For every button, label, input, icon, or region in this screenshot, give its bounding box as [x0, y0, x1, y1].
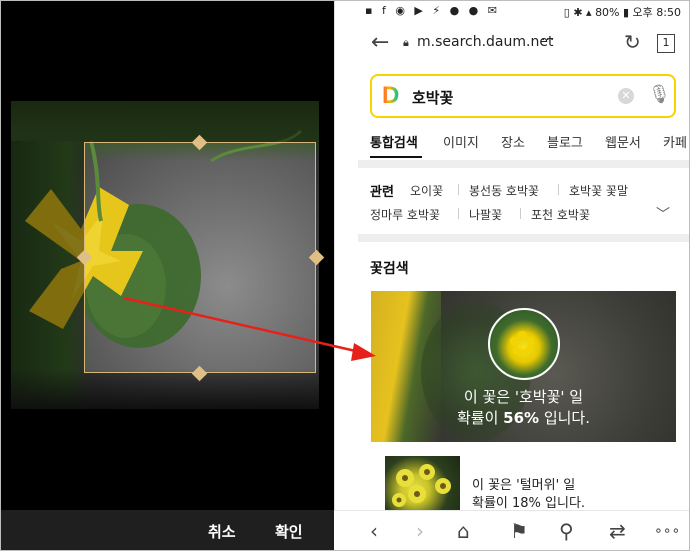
active-tab-indicator: [370, 156, 422, 158]
tab-web-docs[interactable]: 웹문서: [605, 132, 641, 151]
related-label: 관련: [370, 185, 394, 200]
back-arrow-icon[interactable]: ←: [371, 30, 389, 55]
status-system-info: ▯ ✱ ▴ 80% ▮ 오후 8:50: [563, 6, 681, 19]
flower-search-title: 꽃검색: [370, 261, 409, 277]
daisy-illustration: [392, 464, 451, 507]
section-divider: [358, 160, 690, 168]
tab-cafe[interactable]: 카페: [663, 132, 687, 151]
tabs-counter-button[interactable]: 1: [657, 34, 675, 53]
tab-blog[interactable]: 블로그: [547, 132, 583, 151]
top-flower-result[interactable]: ✿ 이 꽃은 '호박꽃' 일 확률이 56% 입니다.: [371, 291, 676, 442]
crop-frame[interactable]: [84, 142, 316, 373]
status-notification-icons: ▪ f ◉ ▶ ⚡ ● ● ✉: [365, 4, 500, 17]
flower-glyph: ✿: [508, 324, 537, 364]
related-searches: 관련 오이꽃 봉선동 호박꽃 호박꽃 꽃말 정마루 호박꽃 나팔꽃 포천 호박꽃…: [370, 178, 680, 232]
search-box[interactable]: D 호박꽃 ✕ 🎙︎: [370, 74, 676, 118]
matched-flower-thumbnail: ✿: [488, 308, 560, 380]
result-line-2: 확률이 56% 입니다.: [371, 407, 676, 428]
more-icon[interactable]: ∘∘∘: [654, 523, 680, 539]
nav-forward-icon[interactable]: ›: [416, 519, 424, 543]
second-flower-result[interactable]: 이 꽃은 '털머위' 일 확률이 18% 입니다.: [385, 456, 675, 512]
second-result-line-1: 이 꽃은 '털머위' 일: [472, 478, 576, 493]
daum-logo: D: [382, 83, 404, 108]
browser-bottom-nav: ‹ › ⌂ ⚑ ⚲ ⇄ ∘∘∘: [334, 510, 690, 551]
crop-dim-top: [11, 101, 319, 142]
related-item[interactable]: 포천 호박꽃: [531, 206, 590, 223]
crop-action-bar: 취소 확인: [0, 510, 334, 551]
related-separator: [520, 208, 521, 219]
result-line-1: 이 꽃은 '호박꽃' 일: [463, 388, 584, 406]
crop-editor: 취소 확인: [0, 0, 334, 551]
related-item[interactable]: 나팔꽃: [469, 206, 502, 223]
status-bar: ▪ f ◉ ▶ ⚡ ● ● ✉ ▯ ✱ ▴ 80% ▮ 오후 8:50: [335, 0, 689, 24]
result-line-2-suffix: 입니다.: [539, 409, 590, 427]
related-item[interactable]: 정마루 호박꽃: [370, 206, 440, 223]
search-category-tabs: 통합검색 이미지 장소 블로그 웹문서 카페: [370, 128, 690, 162]
related-separator: [458, 208, 459, 219]
result-probability: 56%: [503, 409, 540, 427]
crop-dim-left: [11, 142, 84, 373]
crop-dim-bottom: [11, 373, 319, 409]
related-separator: [458, 184, 459, 195]
cancel-button[interactable]: 취소: [208, 521, 236, 542]
bookmark-icon[interactable]: ⚑: [510, 519, 528, 543]
url-text[interactable]: m.search.daum.net: [417, 34, 553, 50]
chevron-down-icon[interactable]: ﹀: [656, 204, 670, 224]
related-item[interactable]: 봉선동 호박꽃: [469, 182, 539, 199]
reload-icon[interactable]: ↻: [624, 30, 641, 54]
related-item[interactable]: 오이꽃: [410, 182, 443, 199]
microphone-icon[interactable]: 🎙︎: [648, 84, 671, 105]
home-icon[interactable]: ⌂: [457, 519, 470, 543]
nav-back-icon[interactable]: ‹: [370, 519, 378, 543]
address-bar: ← 🔒︎ m.search.daum.net ··· ↻ 1: [335, 26, 689, 62]
related-item[interactable]: 호박꽃 꽃말: [569, 182, 628, 199]
clear-icon[interactable]: ✕: [618, 88, 634, 104]
second-flower-thumbnail: [385, 456, 460, 512]
search-icon[interactable]: ⚲: [559, 519, 574, 543]
result-line-2-prefix: 확률이: [456, 409, 504, 427]
second-result-line-2: 확률이 18% 입니다.: [472, 496, 586, 511]
tab-integrated[interactable]: 통합검색: [370, 132, 418, 151]
tab-places[interactable]: 장소: [501, 132, 525, 151]
confirm-button[interactable]: 확인: [275, 521, 303, 542]
related-separator: [558, 184, 559, 195]
url-overflow: ···: [541, 32, 555, 48]
search-input[interactable]: 호박꽃: [412, 87, 453, 108]
section-divider: [358, 234, 690, 242]
tab-images[interactable]: 이미지: [443, 132, 479, 151]
share-icon[interactable]: ⇄: [609, 519, 626, 543]
lock-icon: 🔒︎: [403, 36, 409, 49]
